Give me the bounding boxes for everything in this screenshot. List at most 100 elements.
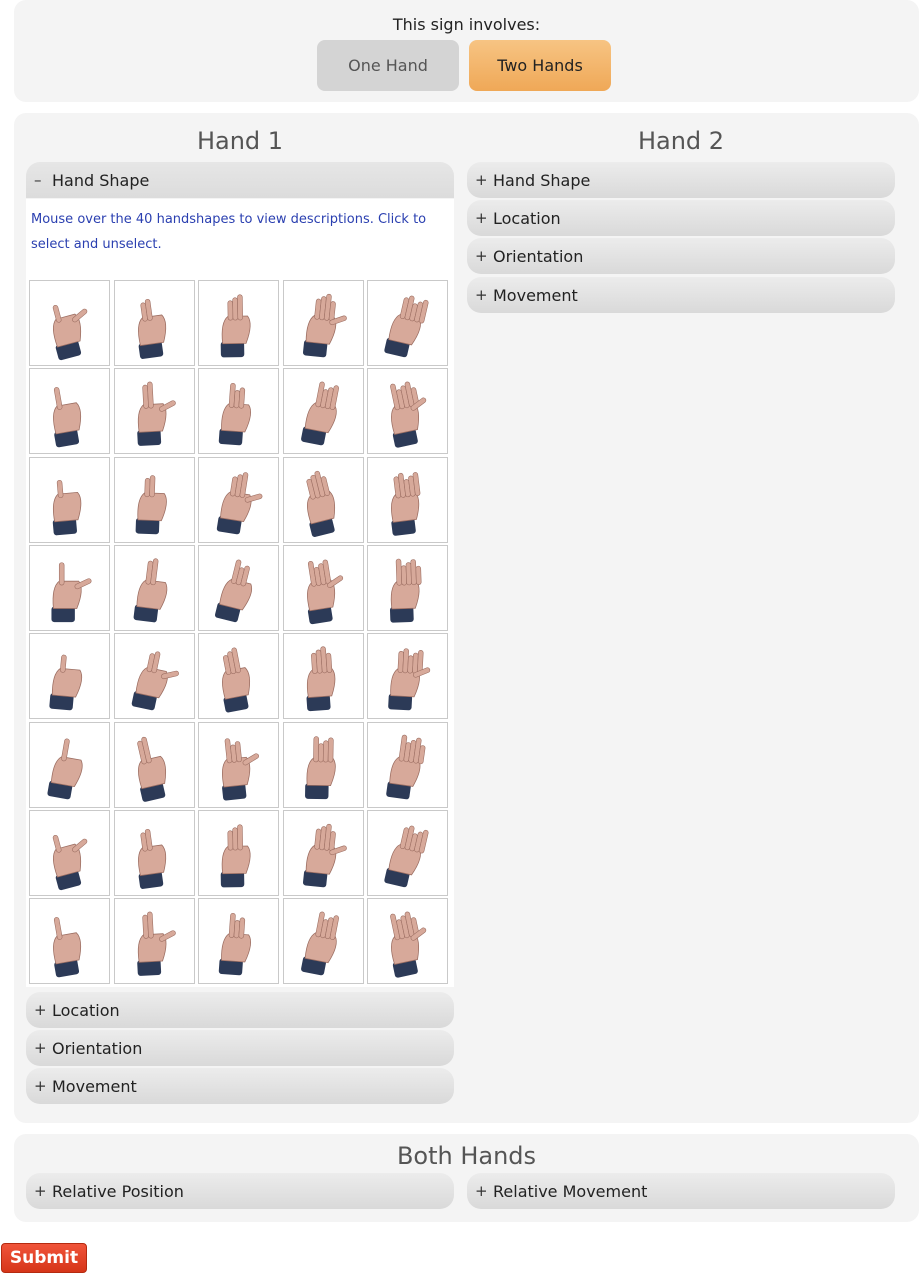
hand-image xyxy=(49,654,83,711)
one-hand-button[interactable]: One Hand xyxy=(317,40,459,91)
handshape-option[interactable] xyxy=(29,633,110,720)
expand-icon: + xyxy=(34,1077,47,1095)
hand-image xyxy=(302,293,347,358)
handshape-option[interactable] xyxy=(113,456,195,543)
handshape-option[interactable] xyxy=(113,809,195,896)
both-hands-panel: Both Hands + Relative Position + Relativ… xyxy=(14,1134,919,1222)
handshape-option[interactable] xyxy=(29,544,110,631)
two-hands-button[interactable]: Two Hands xyxy=(469,40,611,91)
submit-button[interactable]: Submit xyxy=(1,1243,87,1273)
section-label: Orientation xyxy=(493,246,584,266)
hand-image xyxy=(389,558,422,623)
handshape-option[interactable] xyxy=(282,456,364,543)
handshape-option[interactable] xyxy=(367,721,448,808)
hand-image xyxy=(53,387,82,448)
handshape-option[interactable] xyxy=(198,280,279,366)
handshape-option[interactable] xyxy=(282,721,364,808)
handshape-option[interactable] xyxy=(282,898,364,985)
handshape-option[interactable] xyxy=(198,633,279,720)
hand2-orientation-header[interactable]: + Orientation xyxy=(467,238,895,274)
handshape-option[interactable] xyxy=(113,280,195,366)
relative-movement-header[interactable]: + Relative Movement xyxy=(467,1173,895,1209)
hand-image xyxy=(384,825,429,887)
expand-icon: + xyxy=(475,247,488,265)
handshape-option[interactable] xyxy=(29,898,110,985)
expand-icon: + xyxy=(475,171,488,189)
handshape-option[interactable] xyxy=(198,898,279,985)
hand1-movement-header[interactable]: + Movement xyxy=(26,1068,454,1104)
relative-position-header[interactable]: + Relative Position xyxy=(26,1173,454,1209)
expand-icon: + xyxy=(34,1182,47,1200)
hand-image xyxy=(384,295,429,358)
section-label: Relative Position xyxy=(52,1181,184,1201)
handshape-option[interactable] xyxy=(29,809,110,896)
handshape-option[interactable] xyxy=(367,809,448,896)
handshape-option[interactable] xyxy=(198,544,279,631)
hand-image xyxy=(218,913,252,976)
handshape-option[interactable] xyxy=(29,368,110,455)
hand-image xyxy=(131,651,179,711)
sign-type-panel: This sign involves: One Hand Two Hands xyxy=(14,0,919,102)
hand-image xyxy=(300,381,339,446)
hand-image xyxy=(52,834,88,890)
section-label: Orientation xyxy=(52,1038,143,1058)
hand1-handshape-header[interactable]: – Hand Shape xyxy=(26,162,454,198)
hand-image xyxy=(52,479,82,535)
hand-image xyxy=(391,471,421,536)
handshape-option[interactable] xyxy=(282,280,364,366)
handshape-panel: Mouse over the 40 handshapes to view des… xyxy=(26,199,454,987)
expand-icon: + xyxy=(34,1039,47,1057)
hand-1-title: Hand 1 xyxy=(196,127,284,155)
section-label: Hand Shape xyxy=(52,170,150,190)
hand-image xyxy=(137,298,166,359)
handshape-option[interactable] xyxy=(282,544,364,631)
handshape-option[interactable] xyxy=(198,721,279,808)
expand-icon: + xyxy=(475,286,488,304)
section-label: Location xyxy=(493,208,561,228)
hand-image xyxy=(388,648,431,711)
hand-image xyxy=(133,558,167,623)
handshape-option[interactable] xyxy=(282,368,364,455)
handshape-option[interactable] xyxy=(367,280,448,366)
hand1-location-header[interactable]: + Location xyxy=(26,992,454,1028)
hand2-movement-header[interactable]: + Movement xyxy=(467,277,895,313)
hand2-handshape-header[interactable]: + Hand Shape xyxy=(467,162,895,198)
hand-image xyxy=(221,737,259,801)
handshape-option[interactable] xyxy=(198,456,279,543)
section-label: Hand Shape xyxy=(493,170,591,190)
hands-panel: Hand 1 Hand 2 – Hand Shape Mouse over th… xyxy=(14,113,919,1123)
handshape-option[interactable] xyxy=(29,721,110,808)
hand1-orientation-header[interactable]: + Orientation xyxy=(26,1030,454,1066)
handshape-option[interactable] xyxy=(113,898,195,985)
handshape-option[interactable] xyxy=(113,544,195,631)
handshape-option[interactable] xyxy=(113,368,195,455)
handshape-option[interactable] xyxy=(367,633,448,720)
hand-image xyxy=(306,646,335,712)
handshape-option[interactable] xyxy=(198,368,279,455)
handshape-help-text: Mouse over the 40 handshapes to view des… xyxy=(31,212,427,252)
hand-image xyxy=(135,474,167,534)
handshape-option[interactable] xyxy=(367,368,448,455)
hand-image xyxy=(52,304,88,361)
hand-image xyxy=(218,383,252,446)
section-label: Relative Movement xyxy=(493,1181,648,1201)
hand-image xyxy=(306,559,343,625)
handshape-option[interactable] xyxy=(367,898,448,985)
hand-image xyxy=(222,647,251,713)
hand2-location-header[interactable]: + Location xyxy=(467,200,895,236)
hand-image xyxy=(216,471,263,534)
handshape-option[interactable] xyxy=(282,809,364,896)
handshape-option[interactable] xyxy=(198,809,279,896)
handshape-option[interactable] xyxy=(29,456,110,543)
handshape-option[interactable] xyxy=(367,456,448,543)
hand-image xyxy=(302,823,347,888)
hand-image xyxy=(300,911,339,976)
hand-image xyxy=(220,824,251,888)
handshape-option[interactable] xyxy=(113,721,195,808)
hand-2-title: Hand 2 xyxy=(637,127,725,155)
handshape-option[interactable] xyxy=(113,633,195,720)
handshape-option[interactable] xyxy=(282,633,364,720)
expand-icon: + xyxy=(34,1001,47,1019)
handshape-option[interactable] xyxy=(367,544,448,631)
handshape-option[interactable] xyxy=(29,280,110,366)
